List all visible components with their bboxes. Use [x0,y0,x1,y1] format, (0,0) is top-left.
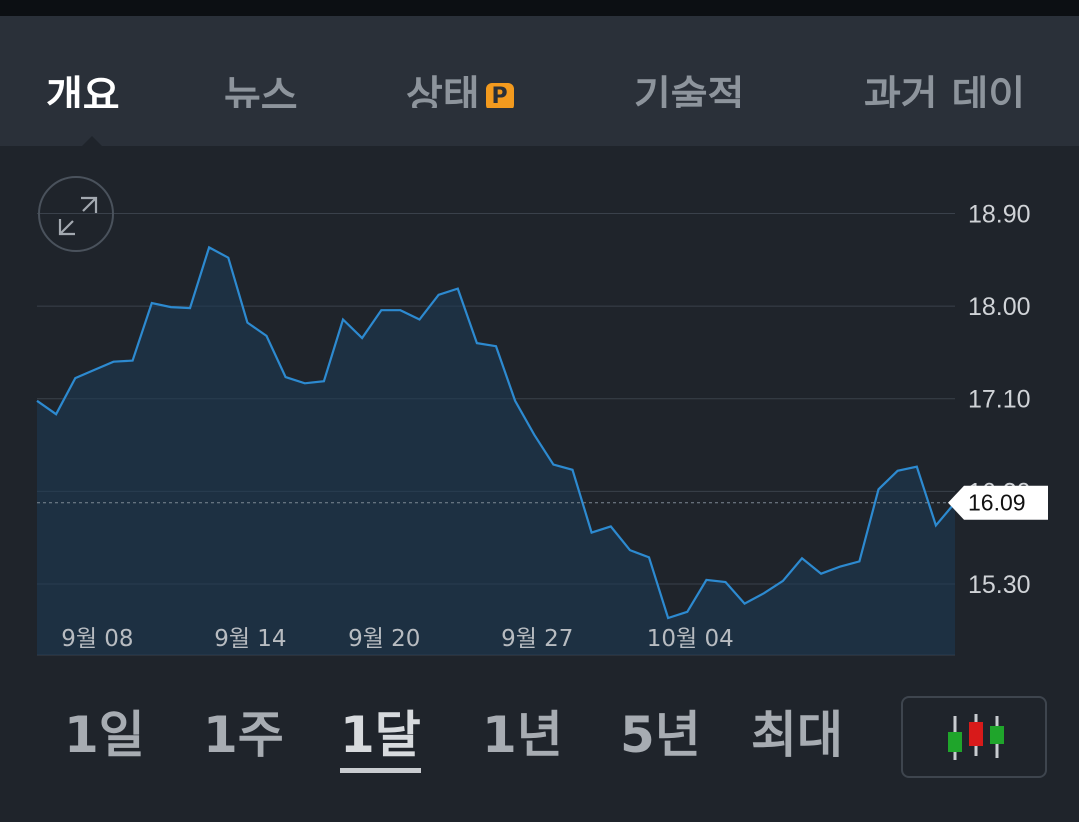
active-tab-caret-icon [82,136,102,146]
y-axis-labels: 18.9018.0017.1016.2015.30 [968,200,1031,599]
tab-bar: 개요 뉴스 상태 P 기술적 과거 데이 [0,16,1079,146]
tab-status-label: 상태 [406,73,480,108]
x-tick-label: 9월 27 [501,626,573,652]
y-tick-label: 18.00 [968,293,1031,321]
expand-icon [58,196,98,236]
price-chart[interactable]: 18.9018.0017.1016.2015.30 9월 089월 149월 2… [0,146,1079,666]
range-1w[interactable]: 1주 [203,700,284,770]
current-price-value: 16.09 [968,490,1026,516]
active-range-underline [340,768,421,773]
range-max[interactable]: 최대 [751,700,843,770]
y-tick-label: 17.10 [968,386,1031,414]
candlestick-icon [948,714,1004,760]
tab-news[interactable]: 뉴스 [224,66,298,108]
tab-status[interactable]: 상태 P [406,66,514,108]
pro-badge-icon: P [485,83,514,108]
candlestick-toggle-button[interactable] [901,696,1047,778]
x-tick-label: 9월 14 [214,626,286,652]
status-bar [0,0,1079,16]
tab-technical[interactable]: 기술적 [634,66,744,108]
current-price-label: 16.09 [948,485,1048,520]
x-tick-label: 10월 04 [647,626,734,652]
x-tick-label: 9월 20 [348,626,420,652]
tab-overview[interactable]: 개요 [46,66,120,108]
expand-chart-button[interactable] [38,176,114,252]
range-1m[interactable]: 1달 [340,700,421,770]
tab-historical-data[interactable]: 과거 데이 [864,66,1025,108]
range-1d[interactable]: 1일 [64,700,145,770]
range-1y[interactable]: 1년 [482,700,563,770]
x-tick-label: 9월 08 [61,626,133,652]
y-tick-label: 18.90 [968,200,1031,228]
range-5y[interactable]: 5년 [620,700,701,770]
price-area [37,247,955,655]
y-tick-label: 15.30 [968,571,1031,599]
